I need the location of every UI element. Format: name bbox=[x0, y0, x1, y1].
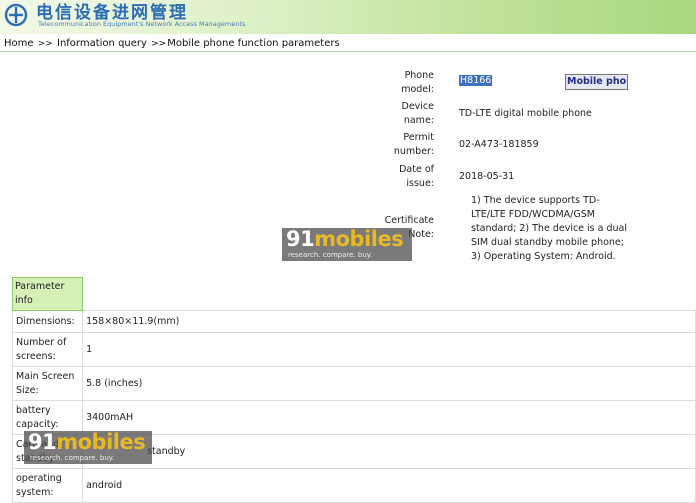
table-row: operating system: android bbox=[11, 468, 696, 503]
date-of-issue-value: 2018-05-31 bbox=[459, 171, 515, 182]
param-name: Number of screens: bbox=[11, 332, 84, 367]
param-value: 1 bbox=[82, 332, 696, 367]
watermark-logo: 91mobiles bbox=[28, 430, 146, 454]
phone-model-value[interactable]: H8166 bbox=[459, 75, 493, 86]
breadcrumb-separator: >> bbox=[151, 39, 167, 49]
permit-number-label: Permit number: bbox=[393, 132, 434, 157]
watermark-tagline: research. compare. buy. bbox=[288, 251, 373, 259]
table-row: Dimensions: 158×80×11.9(mm) bbox=[11, 310, 696, 333]
breadcrumb-home[interactable]: Home bbox=[4, 38, 34, 49]
date-of-issue-label: Date of issue: bbox=[399, 164, 434, 189]
certificate-note-value: 1) The device supports TD-LTE/LTE FDD/WC… bbox=[471, 195, 628, 262]
parameter-table: Parameter info Dimensions: 158×80×11.9(m… bbox=[11, 277, 696, 503]
param-name: operating system: bbox=[11, 468, 84, 503]
device-name-value: TD-LTE digital mobile phone bbox=[459, 108, 592, 119]
device-name-label: Device name: bbox=[401, 101, 435, 126]
watermark-tagline: research. compare. buy. bbox=[30, 454, 115, 462]
watermark: 91mobiles research. compare. buy. bbox=[282, 227, 412, 261]
telecom-logo-icon bbox=[4, 3, 28, 27]
watermark-logo: 91mobiles bbox=[286, 227, 404, 251]
site-banner: 电信设备进网管理 Telecommunication Equipment's N… bbox=[0, 0, 696, 34]
watermark: 91mobiles research. compare. buy. bbox=[24, 430, 152, 464]
table-row: Number of screens: 1 bbox=[11, 332, 696, 367]
mobile-phone-button[interactable]: Mobile phon bbox=[565, 74, 628, 90]
param-value: 158×80×11.9(mm) bbox=[82, 310, 696, 333]
table-row: Main Screen Size: 5.8 (inches) bbox=[11, 366, 696, 401]
breadcrumb-separator: >> bbox=[37, 39, 53, 49]
param-value: 3400mAH bbox=[82, 400, 696, 435]
phone-model-label: Phone model: bbox=[401, 70, 434, 95]
param-name: Main Screen Size: bbox=[11, 366, 84, 401]
permit-number-value: 02-A473-181859 bbox=[459, 139, 539, 150]
site-subtitle: Telecommunication Equipment's Network Ac… bbox=[38, 20, 246, 28]
param-value: android bbox=[82, 468, 696, 503]
param-value: 5.8 (inches) bbox=[82, 366, 696, 401]
breadcrumb-divider bbox=[0, 51, 696, 52]
parameter-info-header: Parameter info bbox=[11, 277, 84, 311]
breadcrumb: Home >> Information query >>Mobile phone… bbox=[4, 38, 340, 49]
param-name: Dimensions: bbox=[11, 310, 84, 333]
table-header-row: Parameter info bbox=[11, 277, 696, 311]
breadcrumb-current: Mobile phone function parameters bbox=[167, 38, 340, 49]
breadcrumb-information-query[interactable]: Information query bbox=[57, 38, 147, 49]
param-value: standby bbox=[82, 434, 696, 469]
